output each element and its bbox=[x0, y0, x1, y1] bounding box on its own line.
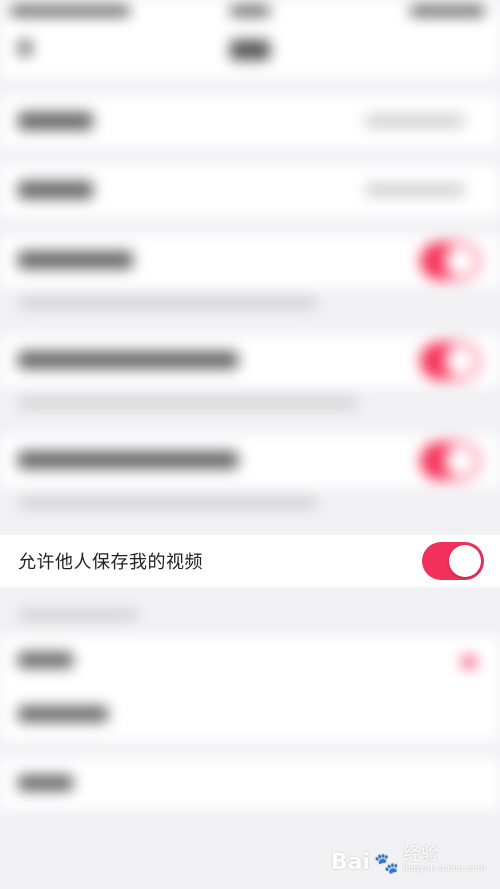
paw-icon: 🐾 bbox=[374, 851, 399, 875]
watermark-text: 经验 jingyan.baidu.com bbox=[403, 845, 486, 875]
settings-row-label bbox=[18, 351, 238, 369]
settings-row-label bbox=[18, 251, 133, 269]
settings-row-value bbox=[365, 115, 465, 127]
back-icon bbox=[18, 40, 32, 56]
toggle-switch bbox=[420, 442, 480, 480]
settings-row-value bbox=[365, 184, 465, 196]
status-bar-carrier bbox=[10, 6, 130, 16]
baidu-jingyan-watermark: Bai 🐾 经验 jingyan.baidu.com bbox=[331, 845, 486, 875]
settings-row bbox=[0, 758, 500, 810]
badge-dot bbox=[462, 656, 476, 668]
settings-row-label bbox=[18, 652, 73, 668]
toggle-knob bbox=[449, 545, 481, 577]
watermark-url: jingyan.baidu.com bbox=[402, 864, 486, 875]
toggle-switch bbox=[420, 242, 480, 280]
settings-row-label bbox=[18, 181, 93, 199]
page-title bbox=[230, 40, 270, 60]
settings-row-label bbox=[18, 112, 93, 130]
allow-save-video-label: 允许他人保存我的视频 bbox=[18, 552, 203, 573]
settings-hint bbox=[18, 298, 318, 308]
status-bar-battery bbox=[410, 6, 485, 16]
settings-row-label bbox=[18, 451, 238, 469]
settings-row-label bbox=[18, 775, 73, 791]
settings-group bbox=[0, 636, 500, 741]
allow-save-video-toggle[interactable] bbox=[422, 542, 484, 580]
watermark-brand: Bai bbox=[330, 850, 371, 875]
toggle-switch bbox=[420, 342, 480, 380]
allow-save-video-row[interactable]: 允许他人保存我的视频 bbox=[0, 535, 500, 587]
settings-hint bbox=[18, 398, 358, 408]
section-header bbox=[18, 610, 138, 620]
watermark-brand-suffix: 经验 bbox=[402, 844, 439, 866]
status-bar-time bbox=[230, 6, 270, 16]
settings-hint bbox=[18, 498, 318, 508]
blurred-background bbox=[0, 0, 500, 889]
settings-row-label bbox=[18, 706, 108, 722]
